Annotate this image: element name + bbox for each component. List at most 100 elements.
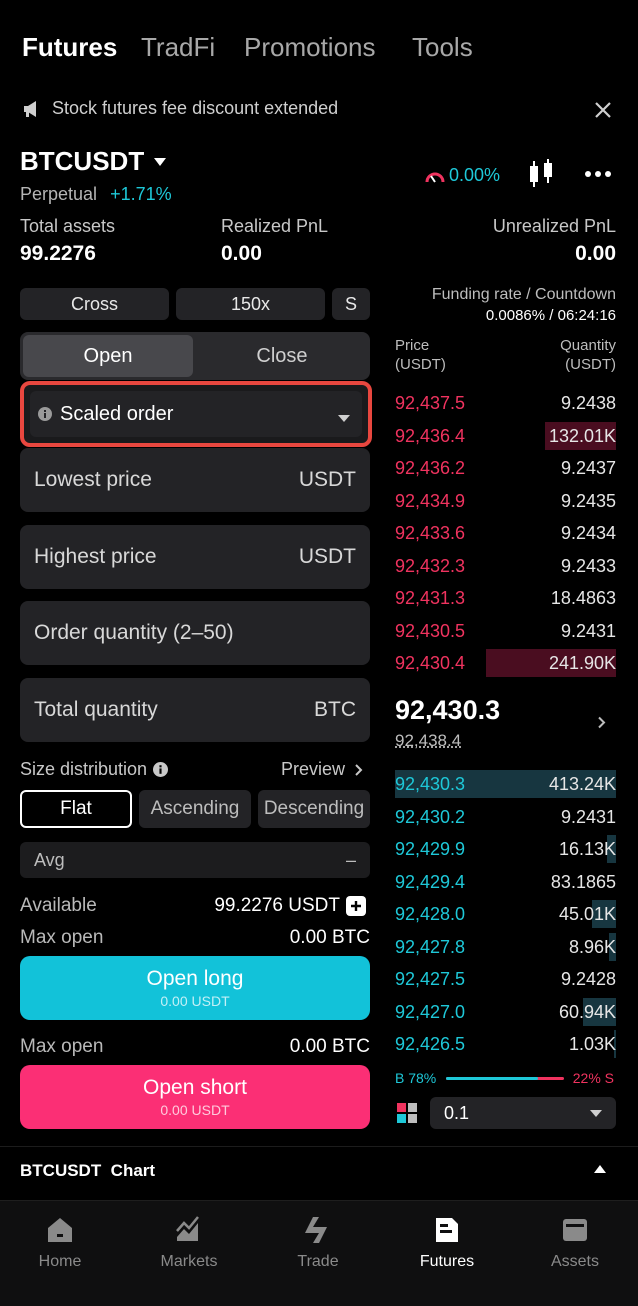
buy-ratio: B 78% [395,1070,437,1086]
realized-pnl-value: 0.00 [221,242,262,265]
ratio-bar [446,1077,564,1080]
highest-price-unit: USDT [298,545,356,568]
preview-link[interactable]: Preview [281,759,363,780]
open-short-button[interactable]: Open short 0.00 USDT [20,1065,370,1129]
nav-markets[interactable]: Markets [139,1215,239,1271]
ask-price: 92,430.4 [395,653,466,673]
bid-row[interactable]: 92,428.0 45.01K [395,897,616,929]
total-quantity-input[interactable]: Total quantity BTC [20,678,370,742]
ask-quantity: 18.4863 [550,588,616,608]
max-open-long-label: Max open [20,927,104,948]
ask-row[interactable]: 92,431.3 18.4863 [395,581,616,613]
bid-price: 92,427.8 [395,936,466,957]
chevron-right-icon[interactable] [598,716,606,729]
ask-row[interactable]: 92,436.2 9.2437 [395,451,616,483]
margin-mode-button[interactable]: Cross [20,288,169,320]
nav-trade[interactable]: Trade [268,1215,368,1271]
total-quantity-placeholder: Total quantity [34,698,158,721]
nav-futures[interactable]: Futures [397,1215,497,1271]
orderbook-layout-icon[interactable] [397,1103,417,1123]
ask-quantity: 9.2434 [560,523,616,543]
megaphone-icon [24,100,36,117]
caret-down-icon [590,1109,602,1117]
funding-label: Funding rate / Countdown [431,286,616,303]
caret-up-icon[interactable] [594,1165,606,1173]
total-assets-value: 99.2276 [20,242,96,265]
bid-quantity: 83.1865 [550,871,616,892]
tab-promotions[interactable]: Promotions [244,32,376,63]
nav-assets[interactable]: Assets [525,1215,625,1271]
ask-row[interactable]: 92,430.4 241.90K [395,646,616,678]
flat-option[interactable]: Flat [20,790,132,828]
order-type-select[interactable]: Scaled order [30,391,362,437]
markets-icon [176,1216,199,1241]
open-long-button[interactable]: Open long 0.00 USDT [20,956,370,1020]
candlestick-chart-icon[interactable] [527,158,555,190]
info-icon[interactable] [153,762,169,777]
bid-price: 92,430.3 [395,774,466,794]
descending-option[interactable]: Descending [258,790,370,828]
notice-banner[interactable]: Stock futures fee discount extended [22,98,338,119]
symbol-meta: Perpetual +1.71% [20,184,172,205]
bid-price: 92,428.0 [395,904,466,924]
preview-text: Preview [280,759,345,779]
nav-home[interactable]: Home [10,1215,110,1271]
add-funds-icon[interactable] [346,896,366,916]
leverage-button[interactable]: 150x [176,288,325,320]
tab-tools[interactable]: Tools [412,32,473,63]
highest-price-input[interactable]: Highest price USDT [20,525,370,589]
ask-row[interactable]: 92,432.3 9.2433 [395,549,616,581]
lowest-price-unit: USDT [298,468,356,491]
avg-value: – [345,849,356,870]
realized-pnl-label: Realized PnL [221,216,329,236]
mark-price[interactable]: 92,438.4 [395,731,461,751]
ask-price: 92,436.4 [395,425,466,446]
bid-row[interactable]: 92,427.8 8.96K [395,930,616,962]
open-short-label: Open short [143,1076,247,1099]
ask-row[interactable]: 92,436.4 132.01K [395,419,616,451]
ascending-option[interactable]: Ascending [139,790,251,828]
bid-row[interactable]: 92,430.3 413.24K [395,767,616,799]
bid-row[interactable]: 92,429.9 16.13K [395,832,616,864]
ask-row[interactable]: 92,434.9 9.2435 [395,484,616,516]
order-quantity-input[interactable]: Order quantity (2–50) [20,601,370,665]
more-icon[interactable] [584,170,612,178]
open-tab[interactable]: Open [23,335,193,377]
tab-futures[interactable]: Futures [22,32,117,63]
bid-quantity: 9.2431 [560,806,616,827]
tab-tradfi[interactable]: TradFi [141,32,215,63]
bid-row[interactable]: 92,430.2 9.2431 [395,800,616,832]
bid-price: 92,430.2 [395,806,466,827]
max-open-long-value: 0.00 BTC [289,927,370,948]
bid-quantity: 413.24K [548,774,616,794]
lowest-price-input[interactable]: Lowest price USDT [20,448,370,512]
futures-icon [436,1218,458,1242]
risk-gauge[interactable]: 0.00% [425,165,500,186]
close-tab[interactable]: Close [197,335,367,377]
caret-down-icon [154,157,167,166]
ask-row[interactable]: 92,433.6 9.2434 [395,516,616,548]
bid-price: 92,426.5 [395,1034,466,1054]
position-size-button[interactable]: S [332,288,370,320]
bid-row[interactable]: 92,429.4 83.1865 [395,865,616,897]
bid-row[interactable]: 92,426.5 1.03K [395,1027,616,1059]
ask-quantity: 9.2433 [560,555,616,576]
close-icon[interactable] [594,101,612,119]
ask-row[interactable]: 92,437.5 9.2438 [395,386,616,418]
ask-row[interactable]: 92,430.5 9.2431 [395,614,616,646]
total-quantity-unit: BTC [314,698,356,721]
bid-row[interactable]: 92,427.5 9.2428 [395,962,616,994]
home-icon [48,1218,72,1242]
avg-label: Avg [34,849,65,870]
chart-section[interactable]: BTCUSDT Chart [0,1146,638,1196]
bid-price: 92,429.9 [395,839,466,859]
bid-quantity: 60.94K [558,1001,616,1022]
ask-quantity: 9.2438 [560,393,616,413]
open-close-toggle: Open Close [20,332,370,380]
ask-price: 92,436.2 [395,458,466,478]
bid-row[interactable]: 92,427.0 60.94K [395,995,616,1027]
symbol-selector[interactable]: BTCUSDT [20,146,167,177]
precision-select[interactable]: 0.1 [430,1097,616,1129]
nav-markets-label: Markets [160,1253,218,1270]
available-value: 99.2276 USDT [214,895,340,916]
